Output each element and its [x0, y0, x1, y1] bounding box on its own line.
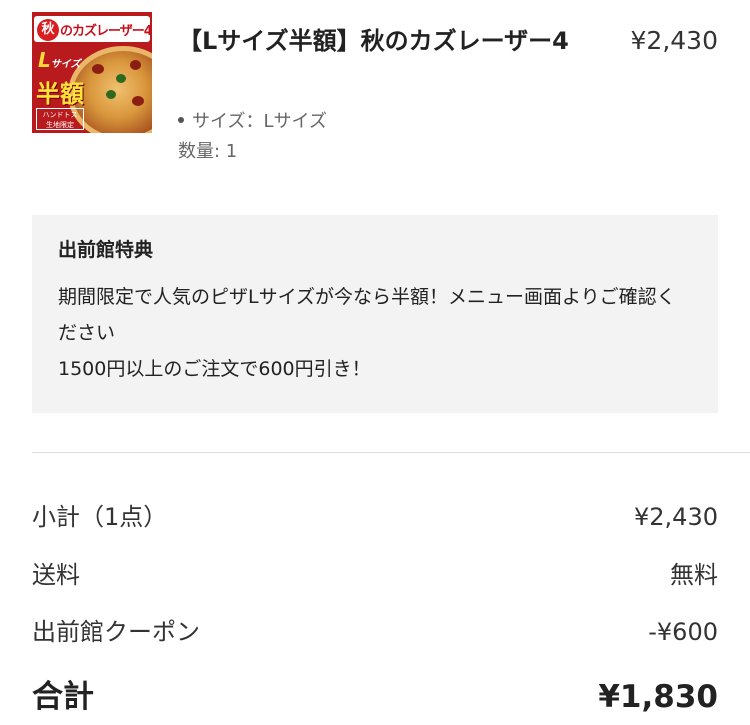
thumbnail-banner-text: のカズレーザー4	[60, 24, 152, 39]
perk-box: 出前館特典 期間限定で人気のピザLサイズが今なら半額！メニュー画面よりご確認くだ…	[32, 215, 718, 413]
shipping-row: 送料 無料	[32, 555, 718, 595]
item-title: 【Lサイズ半額】秋のカズレーザー4	[178, 27, 569, 55]
thumbnail-dough-badge: ハンドトス 生地限定	[36, 108, 84, 130]
divider	[32, 452, 750, 453]
subtotal-value: ¥2,430	[634, 503, 718, 531]
total-value: ¥1,830	[598, 679, 718, 715]
bullet-icon	[178, 117, 184, 123]
thumbnail-size-text: Lサイズ	[38, 48, 81, 72]
total-label: 合計	[32, 679, 94, 715]
item-quantity: 数量: 1	[178, 141, 238, 162]
perk-title: 出前館特典	[58, 239, 154, 261]
item-price: ¥2,430	[630, 26, 718, 55]
coupon-value: -¥600	[648, 618, 718, 646]
coupon-row: 出前館クーポン -¥600	[32, 612, 718, 652]
thumbnail-aki-mark: 秋	[37, 19, 59, 41]
cart-item: 秋 のカズレーザー4 Lサイズ 半額 ハンドトス 生地限定 【Lサイズ半額】秋の…	[32, 12, 718, 172]
coupon-label: 出前館クーポン	[32, 618, 200, 646]
subtotal-row: 小計（1点） ¥2,430	[32, 497, 718, 537]
perk-line: 期間限定で人気のピザLサイズが今なら半額！メニュー画面よりご確認ください	[58, 286, 676, 344]
product-thumbnail: 秋 のカズレーザー4 Lサイズ 半額 ハンドトス 生地限定	[32, 12, 152, 133]
thumbnail-half-price: 半額	[36, 80, 84, 108]
item-option: サイズ：Lサイズ	[178, 110, 327, 134]
total-row: 合計 ¥1,830	[32, 674, 718, 720]
shipping-label: 送料	[32, 561, 80, 589]
perk-body: 期間限定で人気のピザLサイズが今なら半額！メニュー画面よりご確認ください 150…	[58, 279, 692, 387]
shipping-value: 無料	[670, 561, 718, 589]
thumbnail-banner: 秋 のカズレーザー4	[34, 16, 152, 42]
item-option-text: サイズ：Lサイズ	[192, 111, 327, 132]
perk-line: 1500円以上のご注文で600円引き！	[58, 358, 371, 380]
subtotal-label: 小計（1点）	[32, 503, 168, 531]
